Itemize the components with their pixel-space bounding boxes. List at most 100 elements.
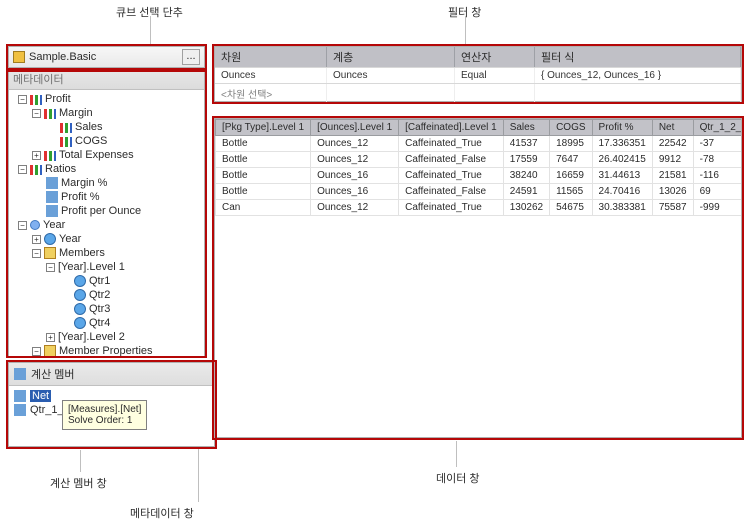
grid-column-header[interactable]: Qtr_1_2_Delta [693,120,742,136]
grid-cell[interactable]: 69 [693,184,742,200]
data-grid[interactable]: [Pkg Type].Level 1[Ounces].Level 1[Caffe… [215,119,742,216]
collapse-icon[interactable]: − [18,165,27,174]
grid-cell[interactable]: 38240 [503,168,549,184]
grid-cell[interactable]: Caffeinated_True [399,168,504,184]
tree-node[interactable]: −Member Properties [13,344,204,358]
table-row[interactable]: BottleOunces_12Caffeinated_False17559764… [216,152,743,168]
cube-browse-button[interactable]: ... [182,49,200,65]
table-row[interactable]: BottleOunces_16Caffeinated_False24591115… [216,184,743,200]
collapse-icon[interactable]: − [46,263,55,272]
tree-node[interactable]: −Members [13,246,204,260]
grid-cell[interactable]: 11565 [550,184,592,200]
grid-cell[interactable]: -116 [693,168,742,184]
grid-cell[interactable]: 7647 [550,152,592,168]
table-row[interactable]: BottleOunces_16Caffeinated_True382401665… [216,168,743,184]
grid-cell[interactable]: 75587 [652,200,693,216]
grid-cell[interactable]: 17.336351 [592,136,652,152]
grid-cell[interactable]: -999 [693,200,742,216]
tree-node[interactable]: −Margin [13,106,204,120]
tree-node[interactable]: +Year [13,232,204,246]
tree-node[interactable]: COGS [13,134,204,148]
grid-cell[interactable]: 41537 [503,136,549,152]
grid-cell[interactable]: 16659 [550,168,592,184]
grid-cell[interactable]: Ounces_12 [311,152,399,168]
grid-cell[interactable]: 31.44613 [592,168,652,184]
tree-node-label: Profit % [61,190,100,204]
grid-column-header[interactable]: [Pkg Type].Level 1 [216,120,311,136]
grid-column-header[interactable]: COGS [550,120,592,136]
collapse-icon[interactable]: − [32,109,41,118]
filter-col-hier[interactable]: 계층 [327,47,455,67]
filter-placeholder-row[interactable]: <차원 선택> [215,83,741,103]
collapse-icon[interactable]: − [32,347,41,356]
tree-node[interactable]: −Profit [13,92,204,106]
tree-node[interactable]: Qtr3 [13,302,204,316]
grid-column-header[interactable]: [Caffeinated].Level 1 [399,120,504,136]
grid-cell[interactable]: Caffeinated_False [399,184,504,200]
tree-node[interactable]: Sales [13,120,204,134]
grid-column-header[interactable]: Profit % [592,120,652,136]
filter-value-expr[interactable]: { Ounces_12, Ounces_16 } [535,68,741,83]
grid-cell[interactable]: Caffeinated_True [399,200,504,216]
filter-col-op[interactable]: 연산자 [455,47,535,67]
tree-node[interactable]: Profit % [13,190,204,204]
expand-icon[interactable]: + [46,333,55,342]
grid-cell[interactable]: 9912 [652,152,693,168]
grid-cell[interactable]: -37 [693,136,742,152]
grid-cell[interactable]: Ounces_16 [311,184,399,200]
filter-row[interactable]: Ounces Ounces Equal { Ounces_12, Ounces_… [215,67,741,83]
filter-value-hier[interactable]: Ounces [327,68,455,83]
grid-cell[interactable]: 17559 [503,152,549,168]
grid-cell[interactable]: Ounces_16 [311,168,399,184]
collapse-icon[interactable]: − [18,221,27,230]
grid-cell[interactable]: Can [216,200,311,216]
grid-column-header[interactable]: [Ounces].Level 1 [311,120,399,136]
filter-placeholder[interactable]: <차원 선택> [215,84,327,103]
grid-cell[interactable]: 130262 [503,200,549,216]
tree-node[interactable]: +Total Expenses [13,148,204,162]
grid-column-header[interactable]: Sales [503,120,549,136]
collapse-icon[interactable]: − [18,95,27,104]
grid-cell[interactable]: Caffeinated_False [399,152,504,168]
filter-value-op[interactable]: Equal [455,68,535,83]
expand-icon[interactable]: + [32,235,41,244]
filter-value-dim[interactable]: Ounces [215,68,327,83]
grid-column-header[interactable]: Net [652,120,693,136]
grid-cell[interactable]: 26.402415 [592,152,652,168]
table-row[interactable]: CanOunces_12Caffeinated_True130262546753… [216,200,743,216]
grid-cell[interactable]: -78 [693,152,742,168]
grid-cell[interactable]: 54675 [550,200,592,216]
filter-col-expr[interactable]: 필터 식 [535,47,741,67]
tree-node[interactable]: Qtr2 [13,288,204,302]
grid-cell[interactable]: Caffeinated_True [399,136,504,152]
tree-node[interactable]: −Ratios [13,162,204,176]
grid-cell[interactable]: Bottle [216,184,311,200]
grid-cell[interactable]: Bottle [216,152,311,168]
cube-selection-bar[interactable]: Sample.Basic ... [8,46,205,68]
filter-col-dim[interactable]: 차원 [215,47,327,67]
tree-node[interactable]: −[Year].Level 1 [13,260,204,274]
grid-cell[interactable]: Bottle [216,168,311,184]
table-row[interactable]: BottleOunces_12Caffeinated_True415371899… [216,136,743,152]
expand-icon[interactable]: + [32,151,41,160]
grid-cell[interactable]: 24.70416 [592,184,652,200]
calc-pane-callout-label: 계산 멤버 창 [50,475,107,491]
grid-cell[interactable]: Bottle [216,136,311,152]
grid-cell[interactable]: 30.383381 [592,200,652,216]
tree-node[interactable]: Qtr1 [13,274,204,288]
grid-cell[interactable]: Ounces_12 [311,136,399,152]
metadata-tree[interactable]: −Profit−MarginSalesCOGS+Total Expenses−R… [9,90,204,358]
grid-cell[interactable]: 22542 [652,136,693,152]
tree-node[interactable]: +[Year].Level 2 [13,330,204,344]
collapse-icon[interactable]: − [32,249,41,258]
tree-node-label: Qtr4 [89,316,110,330]
tree-node[interactable]: Qtr4 [13,316,204,330]
grid-cell[interactable]: 24591 [503,184,549,200]
tree-node[interactable]: Profit per Ounce [13,204,204,218]
tree-node[interactable]: −Year [13,218,204,232]
grid-cell[interactable]: 18995 [550,136,592,152]
grid-cell[interactable]: 21581 [652,168,693,184]
tree-node[interactable]: Margin % [13,176,204,190]
grid-cell[interactable]: 13026 [652,184,693,200]
grid-cell[interactable]: Ounces_12 [311,200,399,216]
